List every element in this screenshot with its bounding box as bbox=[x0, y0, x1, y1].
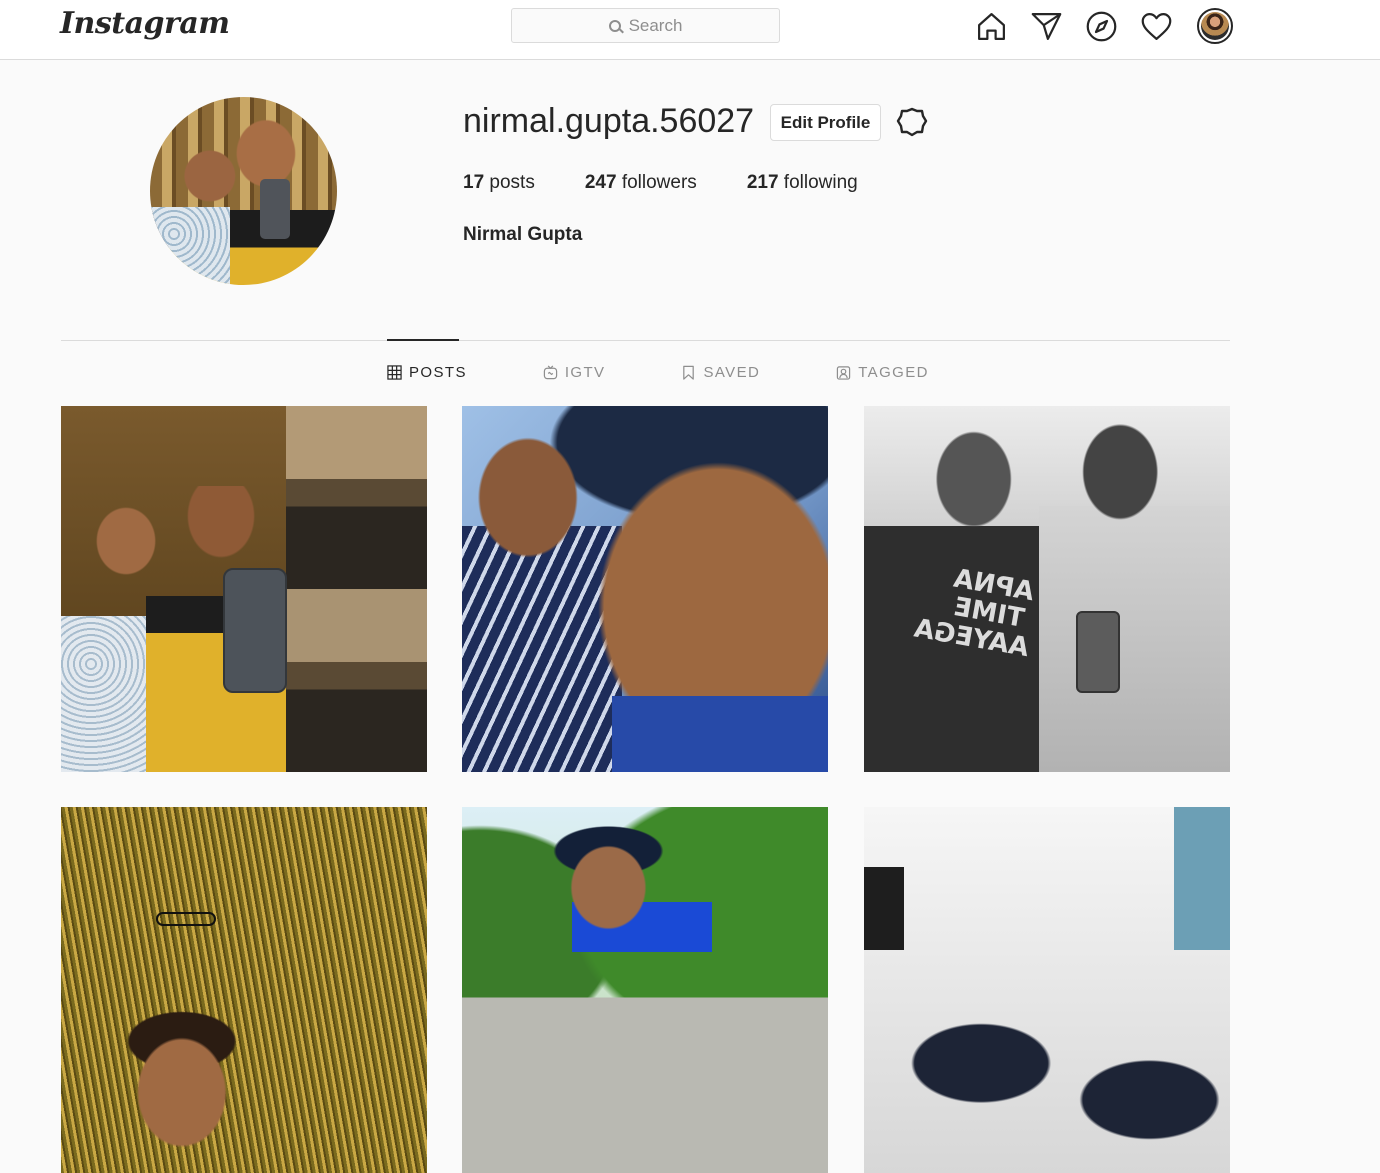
active-tab-indicator bbox=[387, 339, 459, 341]
tab-label: TAGGED bbox=[858, 364, 929, 381]
edit-profile-button[interactable]: Edit Profile bbox=[770, 104, 881, 141]
post-thumbnail[interactable] bbox=[864, 807, 1230, 1173]
instagram-logo[interactable]: Instagram bbox=[60, 6, 230, 41]
followers-count-label: followers bbox=[621, 172, 697, 193]
following-count-value: 217 bbox=[746, 172, 779, 193]
post-shirt-text: APNA TIME AAYEGA bbox=[911, 563, 1037, 664]
post-detail bbox=[223, 568, 287, 693]
tab-igtv[interactable]: IGTV bbox=[543, 364, 606, 381]
tab-label: IGTV bbox=[564, 364, 606, 381]
search-placeholder: Search bbox=[628, 15, 683, 35]
profile-picture-phone bbox=[260, 179, 290, 239]
post-detail bbox=[1076, 611, 1120, 693]
profile-avatar[interactable] bbox=[1197, 8, 1233, 44]
grid-icon bbox=[387, 365, 402, 380]
avatar-image bbox=[1201, 12, 1229, 40]
post-detail bbox=[156, 912, 216, 926]
tabs-divider bbox=[61, 340, 1230, 341]
igtv-icon bbox=[543, 365, 558, 380]
post-thumbnail[interactable] bbox=[462, 406, 828, 772]
posts-count: 17 posts bbox=[463, 172, 535, 194]
profile-stats: 17 posts 247 followers 217 following bbox=[463, 172, 908, 194]
tagged-icon bbox=[837, 366, 851, 380]
profile-tabs: POSTS IGTV SAVED TAGGED bbox=[387, 364, 1005, 381]
direct-icon[interactable] bbox=[1030, 8, 1063, 44]
posts-count-label: posts bbox=[489, 172, 535, 193]
posts-count-value: 17 bbox=[463, 172, 485, 193]
search-icon bbox=[608, 19, 621, 32]
tab-saved[interactable]: SAVED bbox=[681, 364, 760, 381]
explore-icon[interactable] bbox=[1085, 8, 1118, 44]
following-count[interactable]: 217 following bbox=[747, 172, 858, 194]
tab-label: SAVED bbox=[703, 364, 761, 381]
post-thumbnail[interactable] bbox=[462, 807, 828, 1173]
followers-count-value: 247 bbox=[584, 172, 617, 193]
followers-count[interactable]: 247 followers bbox=[585, 172, 697, 194]
profile-picture-detail bbox=[150, 207, 230, 285]
tab-label: POSTS bbox=[409, 364, 467, 381]
bookmark-icon bbox=[683, 365, 695, 380]
post-detail bbox=[612, 696, 828, 772]
nav-icon-bar bbox=[975, 8, 1233, 44]
tab-posts[interactable]: POSTS bbox=[387, 364, 467, 381]
tab-tagged[interactable]: TAGGED bbox=[836, 364, 929, 381]
post-thumbnail[interactable] bbox=[61, 406, 427, 772]
following-count-label: following bbox=[783, 172, 858, 193]
search-input[interactable]: Search bbox=[511, 8, 780, 43]
activity-heart-icon[interactable] bbox=[1140, 8, 1173, 44]
home-icon[interactable] bbox=[975, 8, 1008, 44]
top-navigation: Instagram Search bbox=[0, 0, 1380, 60]
profile-username: nirmal.gupta.56027 bbox=[463, 102, 755, 140]
gear-icon[interactable] bbox=[895, 105, 929, 139]
post-thumbnail[interactable] bbox=[61, 807, 427, 1173]
profile-full-name: Nirmal Gupta bbox=[463, 224, 583, 245]
post-thumbnail[interactable]: APNA TIME AAYEGA bbox=[864, 406, 1230, 772]
profile-picture[interactable] bbox=[150, 97, 337, 285]
